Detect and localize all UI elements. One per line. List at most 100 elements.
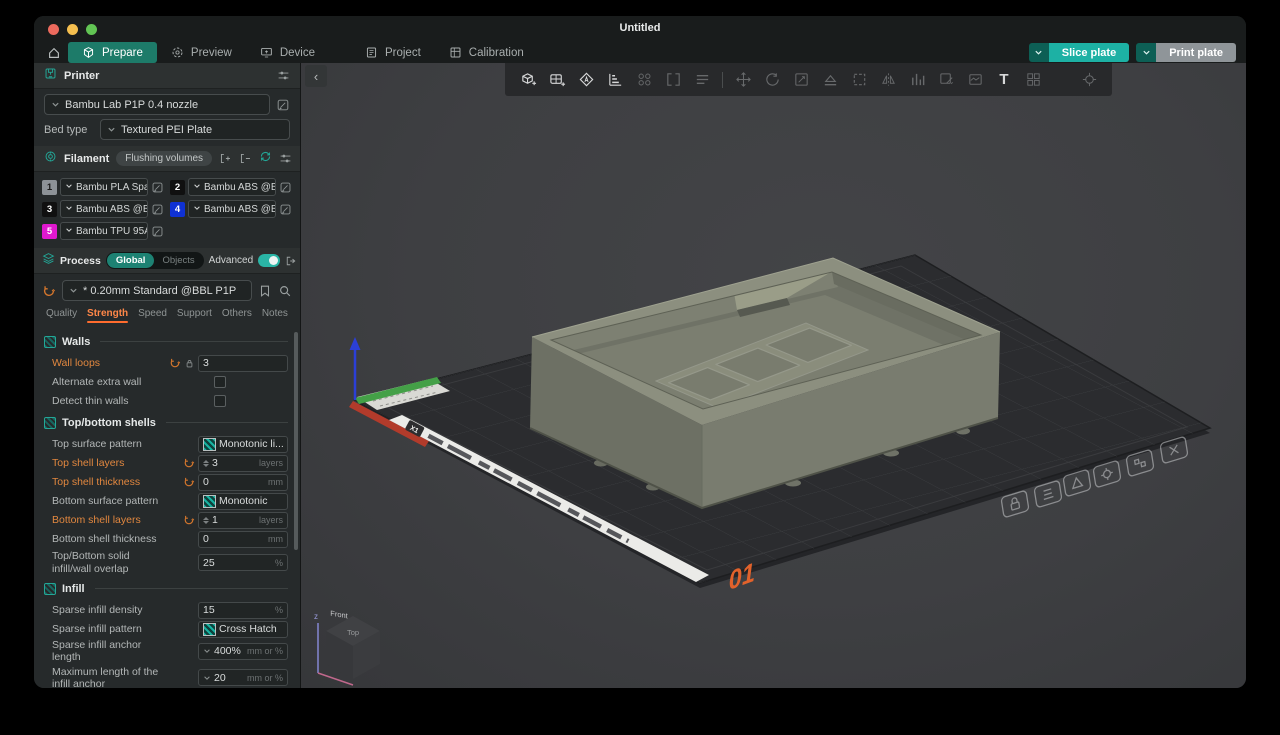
remove-filament-icon[interactable]	[239, 152, 252, 165]
tab-prepare[interactable]: Prepare	[68, 42, 157, 63]
advanced-toggle[interactable]	[258, 254, 280, 267]
tab-others[interactable]: Others	[222, 308, 252, 322]
reset-icon[interactable]	[183, 476, 195, 488]
merge-icon[interactable]	[693, 71, 711, 89]
reset-icon[interactable]	[183, 514, 195, 526]
select-icon[interactable]	[850, 71, 868, 89]
rotate-icon[interactable]	[763, 71, 781, 89]
printer-preset-select[interactable]: Bambu Lab P1P 0.4 nozzle	[44, 94, 270, 115]
infill-anchor-select[interactable]: 400%mm or %	[198, 643, 288, 660]
scale-icon[interactable]	[792, 71, 810, 89]
flushing-volumes-button[interactable]: Flushing volumes	[116, 151, 212, 166]
edit-filament-icon[interactable]	[279, 203, 292, 216]
seam-painting-icon[interactable]	[966, 71, 984, 89]
scope-objects[interactable]: Objects	[154, 253, 202, 268]
section-title: Infill	[62, 583, 85, 595]
setting-label: Top shell thickness	[44, 476, 170, 488]
filament-select[interactable]: Bambu ABS @BB...	[188, 178, 276, 196]
lay-on-face-icon[interactable]	[821, 71, 839, 89]
bottom-shell-thickness-input[interactable]: 0mm	[198, 531, 288, 548]
edit-filament-icon[interactable]	[151, 203, 164, 216]
tab-speed[interactable]: Speed	[138, 308, 167, 322]
settings-scrollbar[interactable]	[294, 332, 298, 550]
setting-unit: %	[275, 558, 283, 568]
wall-loops-input[interactable]: 3	[198, 355, 288, 372]
setting-label: Bottom shell layers	[44, 514, 170, 526]
solid-infill-overlap-input[interactable]: 25%	[198, 554, 288, 571]
add-plate-icon[interactable]	[548, 71, 566, 89]
viewport-3d[interactable]: ‹ T	[301, 63, 1246, 688]
tab-support[interactable]: Support	[177, 308, 212, 322]
auto-orient-icon[interactable]	[577, 71, 595, 89]
slice-options-dropdown[interactable]	[1029, 43, 1049, 62]
filament-select[interactable]: Bambu TPU 95A ...	[60, 222, 148, 240]
spinner[interactable]	[203, 460, 209, 467]
sparse-infill-pattern-select[interactable]: Cross Hatch	[198, 621, 288, 638]
collapse-sidebar-button[interactable]: ‹	[305, 65, 327, 87]
print-options-dropdown[interactable]	[1136, 43, 1156, 62]
tab-preview[interactable]: Preview	[157, 42, 246, 63]
bed-type-select[interactable]: Textured PEI Plate	[100, 119, 290, 140]
arrange-icon[interactable]	[606, 71, 624, 89]
assembly-view-icon[interactable]	[1080, 71, 1098, 89]
cube-front-label: Front	[330, 609, 348, 621]
tab-device[interactable]: Device	[246, 42, 329, 63]
nav-cube[interactable]: z x Top Front Right	[314, 609, 380, 688]
home-button[interactable]	[40, 42, 68, 63]
edit-filament-icon[interactable]	[151, 225, 164, 238]
settings-panel: Walls Wall loops 3 Alternate extra wall …	[34, 326, 300, 688]
color-painting-icon[interactable]	[1024, 71, 1042, 89]
top-shell-thickness-input[interactable]: 0mm	[198, 474, 288, 491]
slice-plate-button[interactable]: Slice plate	[1049, 43, 1129, 62]
support-painting-icon[interactable]	[937, 71, 955, 89]
detect-thin-walls-checkbox[interactable]	[214, 395, 226, 407]
bottom-surface-pattern-select[interactable]: Monotonic	[198, 493, 288, 510]
text-tool-icon[interactable]: T	[995, 71, 1013, 89]
move-icon[interactable]	[734, 71, 752, 89]
alternate-extra-wall-checkbox[interactable]	[214, 376, 226, 388]
setting-label: Sparse infill pattern	[44, 623, 170, 635]
print-plate-button[interactable]: Print plate	[1156, 43, 1236, 62]
tab-quality[interactable]: Quality	[46, 308, 77, 322]
filament-select[interactable]: Bambu PLA Sparkle	[60, 178, 148, 196]
preset-history-icon[interactable]	[42, 284, 56, 298]
setting-unit: layers	[259, 515, 283, 525]
edit-filament-icon[interactable]	[279, 181, 292, 194]
edit-filament-icon[interactable]	[151, 181, 164, 194]
add-model-icon[interactable]	[519, 71, 537, 89]
edit-printer-icon[interactable]	[276, 98, 290, 112]
tab-notes[interactable]: Notes	[262, 308, 288, 322]
add-filament-icon[interactable]	[219, 152, 232, 165]
search-setting-icon[interactable]	[278, 284, 292, 298]
main-nav: Prepare Preview Device Project Calibrati…	[34, 42, 1246, 63]
bottom-shell-layers-input[interactable]: 1layers	[198, 512, 288, 529]
filament-name: Bambu ABS @BB...	[204, 204, 276, 215]
filament-settings-icon[interactable]	[279, 152, 292, 165]
top-surface-pattern-select[interactable]: Monotonic li...	[198, 436, 288, 453]
printer-settings-icon[interactable]	[277, 69, 290, 82]
tab-project[interactable]: Project	[351, 42, 435, 63]
tab-calibration[interactable]: Calibration	[435, 42, 538, 63]
spinner[interactable]	[203, 517, 209, 524]
top-shell-layers-input[interactable]: 3layers	[198, 455, 288, 472]
reset-icon[interactable]	[183, 457, 195, 469]
save-preset-icon[interactable]	[258, 284, 272, 298]
process-preset-select[interactable]: * 0.20mm Standard @BBL P1P	[62, 280, 252, 301]
setting-label: Top/Bottom solid infill/wall overlap	[44, 550, 170, 574]
mirror-icon[interactable]	[879, 71, 897, 89]
infill-anchor-max-select[interactable]: 20mm or %	[198, 669, 288, 686]
bed-type-value: Textured PEI Plate	[121, 124, 212, 136]
tab-strength[interactable]: Strength	[87, 308, 128, 322]
split-to-objects-icon[interactable]	[635, 71, 653, 89]
sparse-infill-density-input[interactable]: 15%	[198, 602, 288, 619]
filament-select[interactable]: Bambu ABS @BB...	[60, 200, 148, 218]
process-export-icon[interactable]	[285, 255, 297, 267]
split-to-parts-icon[interactable]	[664, 71, 682, 89]
variable-layer-height-icon[interactable]	[908, 71, 926, 89]
ams-sync-icon[interactable]	[259, 150, 272, 168]
scope-global[interactable]: Global	[107, 253, 155, 268]
lock-icon[interactable]	[184, 358, 195, 369]
reset-icon[interactable]	[169, 357, 181, 369]
filament-select[interactable]: Bambu ABS @BB...	[188, 200, 276, 218]
viewport-toolbar: T	[505, 63, 1112, 96]
